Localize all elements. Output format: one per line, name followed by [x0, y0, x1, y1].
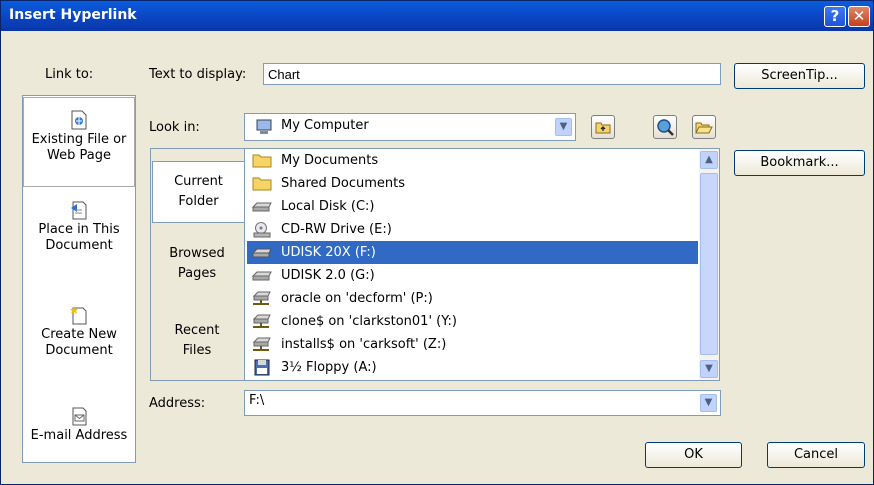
- network-drive-icon: [252, 291, 271, 305]
- text-to-display-input[interactable]: [263, 63, 721, 85]
- link-existing-file-line1: Existing File or: [31, 132, 127, 147]
- email-address-icon: [72, 407, 87, 426]
- link-existing-file[interactable]: Existing File or Web Page: [23, 97, 135, 187]
- link-to-label: Link to:: [45, 67, 94, 82]
- scroll-up-icon[interactable]: ▲: [700, 151, 718, 169]
- tab-browsed-pages-line1: Browsed: [169, 246, 225, 261]
- file-item-label: UDISK 20X (F:): [281, 245, 376, 260]
- network-drive-icon: [252, 314, 271, 328]
- file-list-scrollbar[interactable]: ▲ ▼: [699, 149, 719, 380]
- link-place-line1: Place in This: [38, 222, 120, 237]
- scroll-down-icon[interactable]: ▼: [700, 360, 718, 378]
- file-item-floppy-a[interactable]: 3½ Floppy (A:): [247, 356, 698, 379]
- cancel-button[interactable]: Cancel: [767, 442, 865, 468]
- tab-browsed-pages[interactable]: Browsed Pages: [151, 244, 243, 292]
- side-tabs: Current Folder Browsed Pages Recent File…: [150, 148, 244, 381]
- link-place-line2: Document: [45, 238, 113, 253]
- look-in-select[interactable]: My Computer ▼: [244, 113, 576, 141]
- file-item-label: Local Disk (C:): [281, 199, 375, 214]
- file-item-local-disk-c[interactable]: Local Disk (C:): [247, 195, 698, 218]
- folder-icon: [252, 177, 272, 191]
- browse-web-button[interactable]: [653, 115, 677, 139]
- address-input[interactable]: F:\ ▼: [244, 390, 721, 416]
- cd-drive-icon: [253, 222, 271, 238]
- globe-search-icon: [657, 119, 674, 136]
- screentip-button[interactable]: ScreenTip...: [734, 63, 865, 89]
- file-item-label: oracle on 'decform' (P:): [281, 291, 433, 306]
- removable-disk-icon: [251, 271, 272, 281]
- browse-file-button[interactable]: [692, 115, 716, 139]
- tab-recent-files[interactable]: Recent Files: [151, 321, 243, 369]
- folder-icon: [252, 154, 272, 168]
- help-button[interactable]: ?: [824, 6, 846, 27]
- network-drive-icon: [252, 337, 271, 351]
- link-existing-file-line2: Web Page: [47, 148, 111, 163]
- look-in-value: My Computer: [281, 118, 369, 133]
- link-create-line2: Document: [45, 343, 113, 358]
- link-create-new-document[interactable]: Create New Document: [23, 301, 135, 377]
- title-bar: Insert Hyperlink ? ✕: [1, 1, 873, 31]
- up-one-folder-button[interactable]: [591, 115, 615, 139]
- file-item-label: My Documents: [281, 153, 379, 168]
- close-button[interactable]: ✕: [848, 6, 870, 27]
- address-value: F:\: [249, 393, 265, 408]
- tab-recent-files-line2: Files: [182, 343, 212, 358]
- file-list[interactable]: My Documents Shared Documents Local Disk…: [244, 148, 720, 381]
- my-computer-icon: [256, 119, 272, 134]
- up-folder-icon: [595, 122, 611, 134]
- open-folder-icon: [695, 122, 713, 134]
- dialog-title: Insert Hyperlink: [9, 7, 137, 23]
- create-new-document-icon: [70, 306, 87, 325]
- tab-current-folder-line2: Folder: [178, 194, 219, 209]
- removable-disk-icon: [251, 248, 272, 258]
- bookmark-button[interactable]: Bookmark...: [734, 150, 865, 176]
- look-in-dropdown-arrow-icon[interactable]: ▼: [555, 118, 572, 136]
- file-item-shared-documents[interactable]: Shared Documents: [247, 172, 698, 195]
- file-item-label: clone$ on 'clarkston01' (Y:): [281, 314, 457, 329]
- file-item-cd-rw-drive-e[interactable]: CD-RW Drive (E:): [247, 218, 698, 241]
- file-item-label: CD-RW Drive (E:): [281, 222, 392, 237]
- look-in-label: Look in:: [149, 120, 200, 135]
- link-create-line1: Create New: [41, 327, 117, 342]
- tab-current-folder[interactable]: Current Folder: [152, 161, 244, 223]
- link-email-address[interactable]: E-mail Address: [23, 402, 135, 458]
- address-dropdown-arrow-icon[interactable]: ▼: [700, 394, 717, 412]
- file-item-label: Shared Documents: [281, 176, 406, 191]
- insert-hyperlink-dialog: Insert Hyperlink ? ✕ Link to: Existing F…: [0, 0, 874, 485]
- text-to-display-label: Text to display:: [149, 67, 247, 82]
- existing-file-icon: [71, 110, 87, 130]
- place-in-document-icon: [71, 201, 87, 220]
- hard-disk-icon: [251, 202, 272, 212]
- file-item-udisk-20x-f[interactable]: UDISK 20X (F:): [247, 241, 698, 264]
- file-item-oracle-p[interactable]: oracle on 'decform' (P:): [247, 287, 698, 310]
- file-item-my-documents[interactable]: My Documents: [247, 149, 698, 172]
- file-item-clone-y[interactable]: clone$ on 'clarkston01' (Y:): [247, 310, 698, 333]
- tab-current-folder-line1: Current: [174, 174, 223, 189]
- link-place-in-document[interactable]: Place in This Document: [23, 196, 135, 272]
- link-email-line1: E-mail Address: [30, 428, 128, 443]
- file-item-label: UDISK 2.0 (G:): [281, 268, 375, 283]
- link-to-bar: Existing File or Web Page Place in This …: [22, 95, 136, 463]
- floppy-icon: [254, 359, 270, 376]
- ok-button[interactable]: OK: [645, 442, 742, 468]
- file-item-label: 3½ Floppy (A:): [281, 360, 377, 375]
- address-label: Address:: [149, 396, 206, 411]
- file-item-installs-z[interactable]: installs$ on 'carksoft' (Z:): [247, 333, 698, 356]
- tab-browsed-pages-line2: Pages: [177, 266, 217, 281]
- file-item-udisk-2-g[interactable]: UDISK 2.0 (G:): [247, 264, 698, 287]
- file-item-label: installs$ on 'carksoft' (Z:): [281, 337, 447, 352]
- scroll-thumb[interactable]: [700, 173, 718, 355]
- tab-recent-files-line1: Recent: [174, 323, 220, 338]
